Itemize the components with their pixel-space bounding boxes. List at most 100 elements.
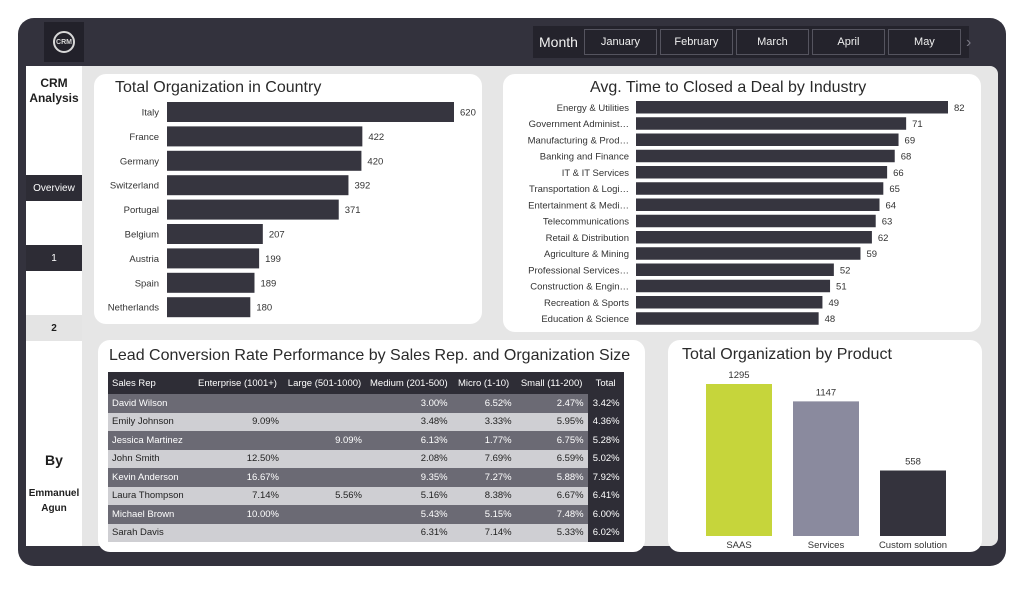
rate-cell: [192, 431, 283, 450]
bar-spain: [167, 272, 255, 293]
sidebar-title-line1: CRM: [40, 76, 68, 90]
rate-cell: [283, 412, 366, 431]
nav-page-1[interactable]: 1: [26, 245, 82, 271]
data-label-government-administ: 71: [912, 119, 923, 130]
column-header-sales-rep[interactable]: Sales Rep: [108, 372, 192, 394]
author-name-line1: Emmanuel: [28, 488, 80, 499]
rate-cell: 6.31%: [366, 523, 452, 542]
data-label-transportation-logi: 65: [889, 184, 900, 195]
industry-chart-card: Avg. Time to Closed a Deal by Industry E…: [503, 74, 981, 332]
month-button-april[interactable]: April: [811, 29, 885, 55]
data-label-italy: 620: [460, 108, 476, 119]
table-row: Emily Johnson 9.09% 3.48% 3.33% 5.95% 4.36%: [108, 412, 624, 431]
rate-cell: 2.47%: [515, 394, 588, 413]
bar-recreation-sports: [636, 296, 823, 309]
rate-cell: 9.35%: [366, 468, 452, 487]
column-header-total[interactable]: Total: [587, 372, 624, 394]
rate-cell: 9.09%: [283, 431, 366, 450]
rate-cell: 6.52%: [451, 394, 516, 413]
category-label-portugal: Portugal: [124, 205, 159, 216]
bar-austria: [167, 248, 260, 269]
rate-cell: 5.43%: [366, 505, 452, 524]
month-button-may[interactable]: May: [887, 29, 961, 55]
data-label-agriculture-mining: 59: [866, 249, 877, 260]
column-header-large-501-1000[interactable]: Large (501-1000): [283, 372, 366, 394]
data-label-construction-engin: 51: [836, 282, 847, 293]
rate-cell: 6.67%: [515, 486, 588, 505]
category-label-entertainment-medi: Entertainment & Medi…: [528, 200, 629, 211]
bar-manufacturing-prod: [636, 133, 899, 146]
rate-cell: 7.14%: [192, 486, 283, 505]
category-label-transportation-logi: Transportation & Logi…: [529, 184, 629, 195]
column-header-small-11-200[interactable]: Small (11-200): [515, 372, 588, 394]
rate-cell: 5.56%: [283, 486, 366, 505]
rate-cell: 6.13%: [366, 431, 452, 450]
month-button-march[interactable]: March: [735, 29, 809, 55]
rate-cell: 6.41%: [587, 486, 624, 505]
rate-cell: [283, 523, 366, 542]
category-label-services: Services: [808, 540, 845, 551]
bar-portugal: [167, 199, 339, 220]
crm-logo-icon: CRM: [53, 31, 75, 53]
author-by-label: By: [45, 452, 63, 468]
rate-cell: 6.75%: [515, 431, 588, 450]
rate-cell: 6.59%: [515, 449, 588, 468]
chevron-right-icon[interactable]: ›: [966, 34, 971, 52]
rate-cell: 3.00%: [366, 394, 452, 413]
month-slicer: Month January February March April May: [533, 26, 969, 58]
category-label-austria: Austria: [129, 254, 159, 265]
sales-rep-cell: Michael Brown: [108, 505, 192, 524]
country-bar-chart: Italy 620 France 422 Germany 420 Switzerland 39…: [108, 102, 476, 318]
data-label-custom-solution: 558: [905, 457, 921, 468]
bar-agriculture-mining: [636, 247, 861, 260]
category-label-retail-distribution: Retail & Distribution: [546, 233, 629, 244]
month-button-january[interactable]: January: [583, 29, 657, 55]
bar-education-science: [636, 312, 819, 325]
rate-cell: 5.16%: [366, 486, 452, 505]
category-label-telecommunications: Telecommunications: [543, 217, 629, 228]
data-label-france: 422: [368, 132, 384, 143]
bar-germany: [167, 150, 362, 171]
sales-rep-cell: Jessica Martinez: [108, 431, 192, 450]
table-row: Michael Brown 10.00% 5.43% 5.15% 7.48% 6.00%: [108, 505, 624, 524]
bar-switzerland: [167, 175, 349, 196]
bar-netherlands: [167, 297, 251, 318]
bar-construction-engin: [636, 279, 831, 293]
bar-services: [793, 401, 859, 536]
rate-cell: 6.02%: [587, 523, 624, 542]
data-label-manufacturing-prod: 69: [905, 135, 916, 146]
rate-cell: 5.28%: [587, 431, 624, 450]
bar-transportation-logi: [636, 182, 884, 195]
data-label-austria: 199: [265, 254, 281, 265]
data-label-switzerland: 392: [354, 181, 370, 192]
category-label-spain: Spain: [135, 278, 159, 289]
month-button-february[interactable]: February: [659, 29, 733, 55]
category-label-recreation-sports: Recreation & Sports: [544, 298, 629, 309]
column-header-micro-1-10[interactable]: Micro (1-10): [451, 372, 516, 394]
nav-overview[interactable]: Overview: [26, 175, 82, 201]
bar-banking-and-finance: [636, 149, 895, 163]
column-header-medium-201-500[interactable]: Medium (201-500): [366, 372, 452, 394]
sidebar: CRM Analysis Overview 1 2 By Emmanuel Ag…: [26, 66, 82, 546]
table-row: Laura Thompson 7.14% 5.56% 5.16% 8.38% 6.67% 6…: [108, 486, 624, 505]
bar-entertainment-medi: [636, 198, 880, 211]
nav-page-2[interactable]: 2: [26, 315, 82, 341]
sales-rep-cell: Sarah Davis: [108, 523, 192, 542]
column-header-enterprise-1001[interactable]: Enterprise (1001+): [192, 372, 283, 394]
rate-cell: 6.00%: [587, 505, 624, 524]
bar-government-administ: [636, 117, 907, 130]
sales-rep-cell: Laura Thompson: [108, 486, 192, 505]
category-label-france: France: [129, 132, 159, 143]
rate-cell: [283, 505, 366, 524]
category-label-agriculture-mining: Agriculture & Mining: [544, 249, 629, 260]
industry-bar-chart: Energy & Utilities 82 Government Administ……: [528, 101, 965, 325]
bar-retail-distribution: [636, 231, 872, 244]
rate-cell: [283, 468, 366, 487]
rate-cell: 1.77%: [451, 431, 516, 450]
bar-custom-solution: [880, 470, 946, 536]
rate-cell: [192, 394, 283, 413]
rate-cell: 12.50%: [192, 449, 283, 468]
data-label-saas: 1295: [728, 370, 749, 381]
rate-cell: 5.02%: [587, 449, 624, 468]
category-label-italy: Italy: [142, 108, 160, 119]
